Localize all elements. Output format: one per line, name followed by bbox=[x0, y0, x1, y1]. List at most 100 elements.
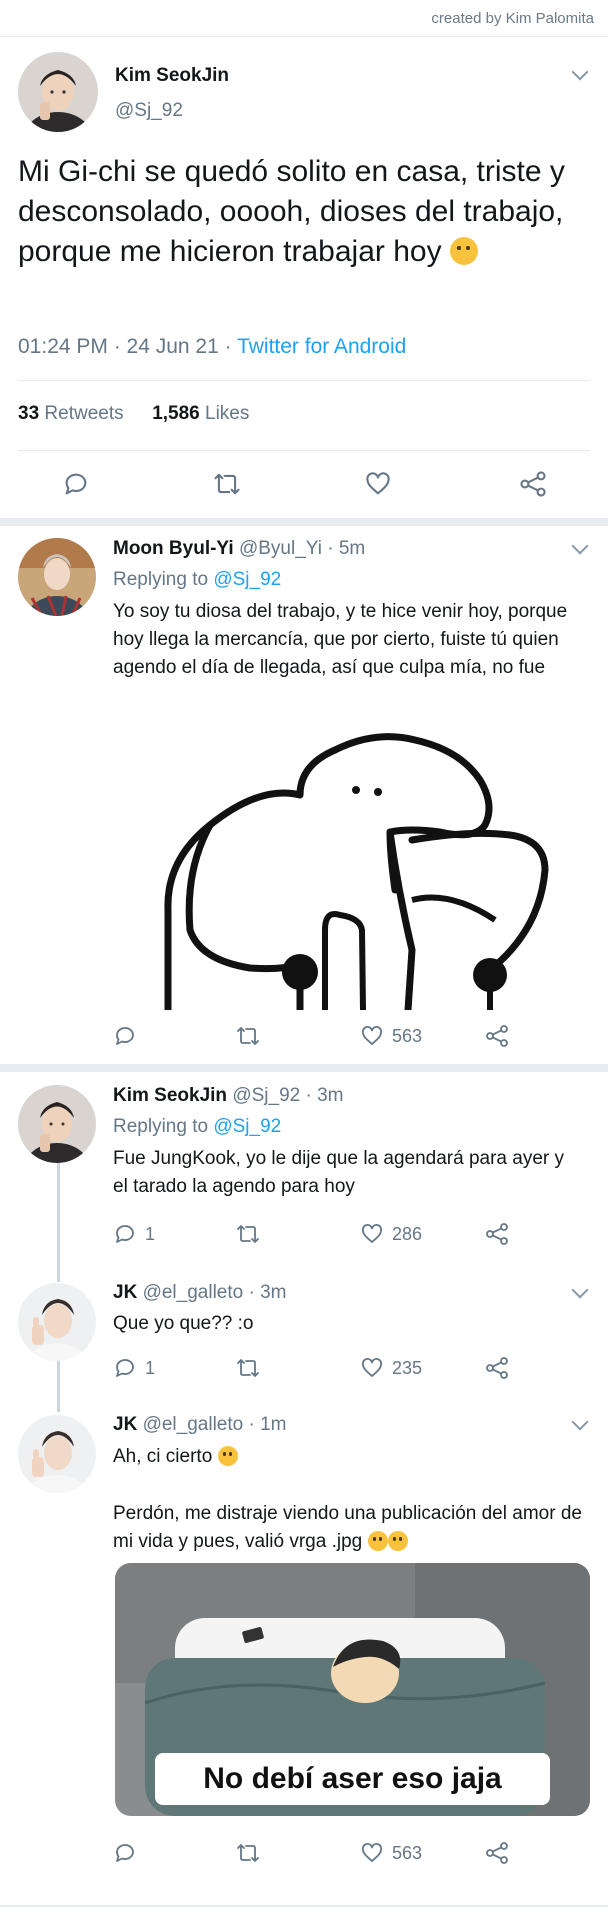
sweat-smile-emoji-icon bbox=[217, 1446, 238, 1466]
tweet-text: Mi Gi-chi se quedó solito en casa, trist… bbox=[18, 152, 588, 272]
reply-header: Kim SeokJin @Sj_92 · 3m bbox=[113, 1085, 344, 1107]
author-handle-time[interactable]: @el_galleto · 3m bbox=[143, 1282, 287, 1303]
like-count: 563 bbox=[392, 1025, 423, 1046]
meme-caption: No debí aser eso jaja bbox=[203, 1762, 502, 1795]
retweet-button[interactable] bbox=[235, 1841, 261, 1865]
like-button[interactable]: 235 bbox=[360, 1356, 422, 1380]
retweet-button[interactable] bbox=[235, 1222, 261, 1246]
reply-icon bbox=[65, 473, 87, 495]
share-icon bbox=[520, 471, 546, 497]
reply-count: 1 bbox=[145, 1223, 156, 1244]
sweat-smile-emoji-icon bbox=[387, 1531, 408, 1551]
retweet-icon bbox=[237, 1844, 259, 1862]
reply-action-bar: 1 235 bbox=[0, 1356, 608, 1388]
share-icon bbox=[486, 1025, 508, 1047]
section-separator bbox=[0, 518, 608, 526]
chevron-down-icon[interactable] bbox=[571, 537, 589, 555]
crying-face-emoji-icon bbox=[449, 237, 478, 265]
share-button[interactable] bbox=[484, 1024, 510, 1048]
reply-action-bar: 563 bbox=[0, 1841, 608, 1873]
like-count: 235 bbox=[392, 1357, 423, 1378]
chevron-down-icon[interactable] bbox=[571, 1281, 589, 1299]
heart-icon bbox=[362, 1026, 382, 1045]
replying-to-handle[interactable]: @Sj_92 bbox=[213, 569, 281, 590]
avatar[interactable] bbox=[18, 52, 98, 132]
avatar[interactable] bbox=[18, 538, 96, 616]
tweet-timestamp: 01:24 PM · 24 Jun 21 · bbox=[18, 335, 238, 358]
author-handle-time[interactable]: @Byul_Yi · 5m bbox=[239, 538, 365, 559]
reply-text-line: Perdón, me distraje viendo una publicaci… bbox=[113, 1503, 582, 1552]
section-separator bbox=[0, 1064, 608, 1072]
reply-button[interactable]: 1 bbox=[113, 1356, 155, 1380]
retweets-label[interactable]: Retweets bbox=[44, 403, 123, 424]
author-handle[interactable]: @Sj_92 bbox=[115, 100, 183, 122]
tweet-meta: 01:24 PM · 24 Jun 21 · Twitter for Andro… bbox=[18, 335, 406, 359]
top-divider bbox=[0, 36, 608, 37]
divider bbox=[18, 380, 590, 381]
reply-action-bar: 563 bbox=[0, 1024, 608, 1056]
avatar[interactable] bbox=[18, 1085, 96, 1163]
author-name[interactable]: Kim SeokJin bbox=[115, 65, 229, 87]
share-icon bbox=[486, 1842, 508, 1864]
author-handle-time[interactable]: @Sj_92 · 3m bbox=[232, 1085, 343, 1106]
like-count: 563 bbox=[392, 1842, 423, 1863]
avatar[interactable] bbox=[18, 1415, 96, 1493]
likes-label[interactable]: Likes bbox=[205, 403, 249, 424]
reply-text: Yo soy tu diosa del trabajo, y te hice v… bbox=[113, 601, 568, 678]
reply-icon bbox=[116, 1027, 134, 1045]
like-button[interactable]: 563 bbox=[360, 1841, 422, 1865]
reply-header: JK @el_galleto · 3m bbox=[113, 1282, 287, 1304]
meme-image[interactable]: No debí aser eso jaja bbox=[115, 1563, 590, 1816]
like-button[interactable] bbox=[364, 470, 392, 498]
reply-icon bbox=[116, 1359, 134, 1377]
replying-to-handle[interactable]: @Sj_92 bbox=[213, 1116, 281, 1137]
flork-meme-image[interactable] bbox=[150, 720, 580, 1010]
reply-text: Perdón, me distraje viendo una publicaci… bbox=[113, 1500, 583, 1556]
divider bbox=[18, 450, 590, 451]
credit-text: created by Kim Palomita bbox=[431, 10, 594, 27]
chevron-down-icon[interactable] bbox=[571, 1413, 589, 1431]
author-name[interactable]: JK bbox=[113, 1414, 137, 1435]
heart-icon bbox=[362, 1358, 382, 1377]
retweet-button[interactable] bbox=[235, 1356, 261, 1380]
heart-icon bbox=[362, 1224, 382, 1243]
reply-count: 1 bbox=[145, 1357, 156, 1378]
share-button[interactable] bbox=[484, 1841, 510, 1865]
tweet-text-content: Mi Gi-chi se quedó solito en casa, trist… bbox=[18, 155, 565, 268]
main-action-bar bbox=[0, 470, 608, 502]
share-button[interactable] bbox=[484, 1222, 510, 1246]
reply-button[interactable] bbox=[113, 1841, 145, 1865]
retweet-icon bbox=[237, 1359, 259, 1377]
retweets-count[interactable]: 33 bbox=[18, 403, 39, 424]
reply-button[interactable] bbox=[62, 470, 90, 498]
author-handle-time[interactable]: @el_galleto · 1m bbox=[143, 1414, 287, 1435]
reply-text-line: Ah, ci cierto bbox=[113, 1446, 213, 1467]
like-button[interactable]: 286 bbox=[360, 1222, 422, 1246]
likes-count[interactable]: 1,586 bbox=[152, 403, 200, 424]
replying-to: Replying to @Sj_92 bbox=[113, 1116, 281, 1138]
tweet-source-link[interactable]: Twitter for Android bbox=[237, 335, 406, 358]
chevron-down-icon[interactable] bbox=[571, 63, 589, 81]
tweet-stats: 33 Retweets 1,586 Likes bbox=[18, 403, 249, 425]
retweet-button[interactable] bbox=[212, 470, 242, 498]
author-name[interactable]: JK bbox=[113, 1282, 137, 1303]
reply-header: JK @el_galleto · 1m bbox=[113, 1414, 287, 1436]
author-name[interactable]: Kim SeokJin bbox=[113, 1085, 227, 1106]
share-icon bbox=[486, 1223, 508, 1245]
reply-button[interactable]: 1 bbox=[113, 1222, 155, 1246]
heart-icon bbox=[362, 1843, 382, 1862]
like-count: 286 bbox=[392, 1223, 423, 1244]
share-button[interactable] bbox=[518, 470, 548, 498]
reply-button[interactable] bbox=[113, 1024, 145, 1048]
reply-action-bar: 1 286 bbox=[0, 1222, 608, 1254]
reply-icon bbox=[116, 1844, 134, 1862]
section-separator bbox=[0, 1905, 608, 1907]
like-button[interactable]: 563 bbox=[360, 1024, 422, 1048]
retweet-button[interactable] bbox=[235, 1024, 261, 1048]
share-button[interactable] bbox=[484, 1356, 510, 1380]
author-name[interactable]: Moon Byul-Yi bbox=[113, 538, 234, 559]
sweat-smile-emoji-icon bbox=[367, 1531, 388, 1551]
avatar[interactable] bbox=[18, 1283, 96, 1361]
retweet-icon bbox=[214, 473, 240, 495]
reply-text: Que yo que?? :o bbox=[113, 1313, 254, 1334]
